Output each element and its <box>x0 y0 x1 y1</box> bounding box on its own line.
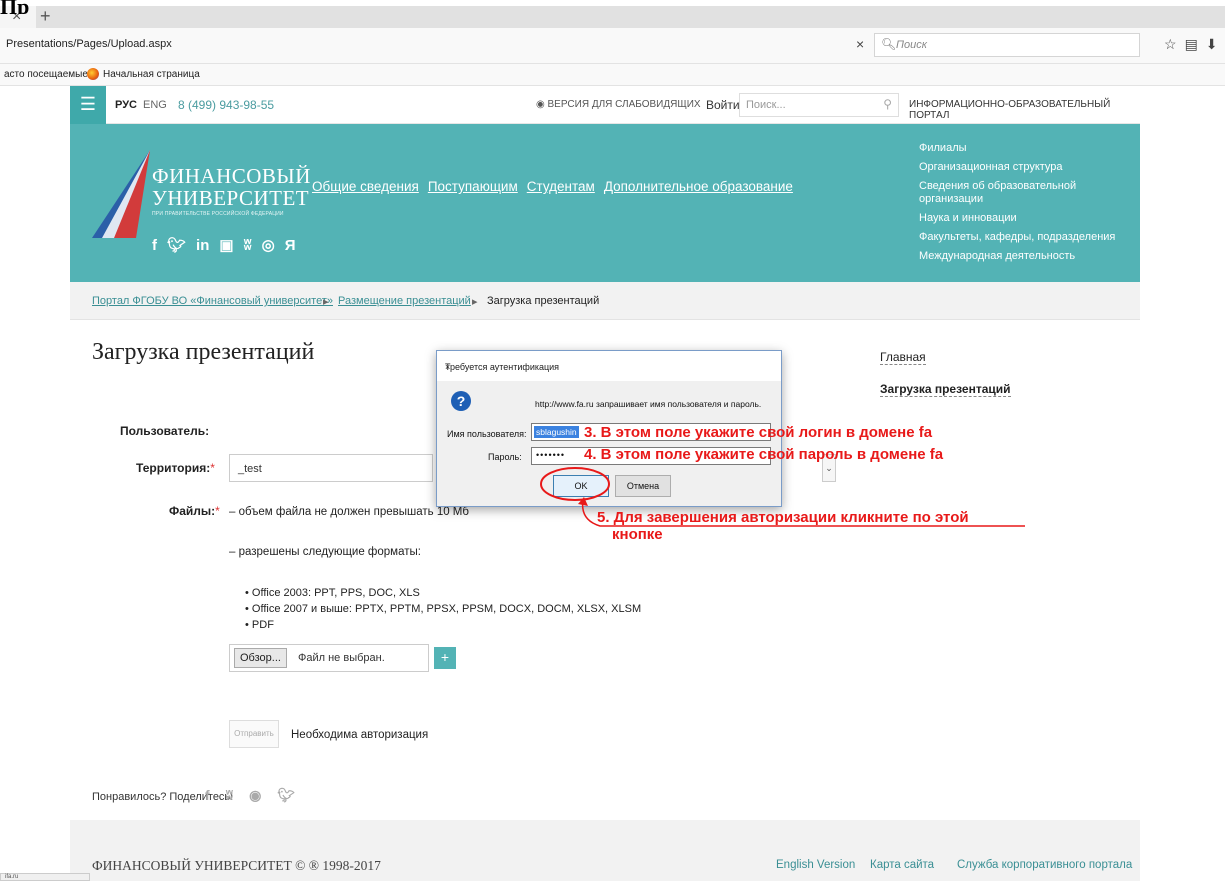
screenshot-root: × + Пр Presentations/Pages/Upload.aspx ×… <box>0 0 1225 881</box>
status-bar: ifa.ru <box>0 873 90 881</box>
annotation-step5-line1: 5. Для завершения авторизации кликните п… <box>597 509 969 526</box>
ok-highlight-ellipse <box>540 467 610 501</box>
annotation-step5-line2: кнопке <box>612 526 663 543</box>
annotation-step3: 3. В этом поле укажите свой логин в доме… <box>584 424 933 441</box>
annotation-step4: 4. В этом поле укажите свой пароль в дом… <box>584 446 944 463</box>
